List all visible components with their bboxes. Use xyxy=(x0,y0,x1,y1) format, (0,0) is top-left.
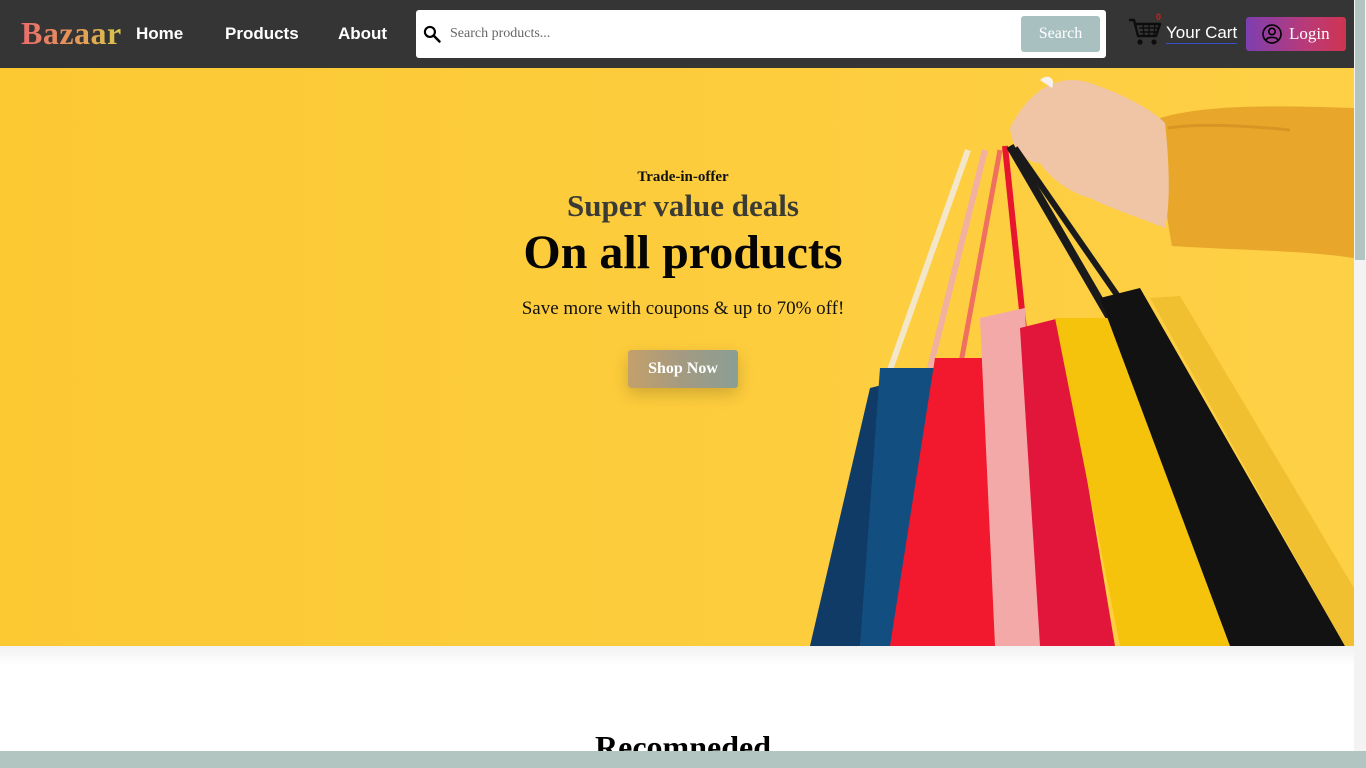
page: Bazaar Home Products About Search produc… xyxy=(0,0,1366,768)
nav-link-products[interactable]: Products xyxy=(225,22,299,46)
hero-subheading: Super value deals xyxy=(567,188,799,223)
search-icon xyxy=(423,25,441,43)
user-circle-icon xyxy=(1262,24,1282,44)
vertical-scrollbar-thumb[interactable] xyxy=(1355,0,1365,260)
search-button[interactable]: Search xyxy=(1021,16,1100,52)
nav-link-about[interactable]: About xyxy=(338,22,387,46)
search-bar: Search xyxy=(416,10,1106,58)
login-button[interactable]: Login xyxy=(1246,17,1346,51)
cart-label: Your Cart xyxy=(1166,23,1238,44)
login-label: Login xyxy=(1289,24,1330,43)
hero-banner: Trade-in-offer Super value deals On all … xyxy=(0,68,1354,646)
horizontal-scrollbar[interactable] xyxy=(0,751,1366,768)
hero-eyebrow: Trade-in-offer xyxy=(637,169,729,185)
nav-link-home[interactable]: Home xyxy=(136,22,183,46)
search-input[interactable] xyxy=(450,18,1010,50)
hero-description: Save more with coupons & up to 70% off! xyxy=(521,298,845,319)
brand-logo[interactable]: Bazaar xyxy=(21,13,122,53)
hero-divider-shadow xyxy=(0,646,1354,666)
hero-heading: On all products xyxy=(523,226,843,279)
navbar: Bazaar Home Products About Search produc… xyxy=(0,0,1354,68)
cart-count-badge: 0 xyxy=(1156,12,1162,22)
shop-now-button[interactable]: Shop Now xyxy=(628,350,738,388)
